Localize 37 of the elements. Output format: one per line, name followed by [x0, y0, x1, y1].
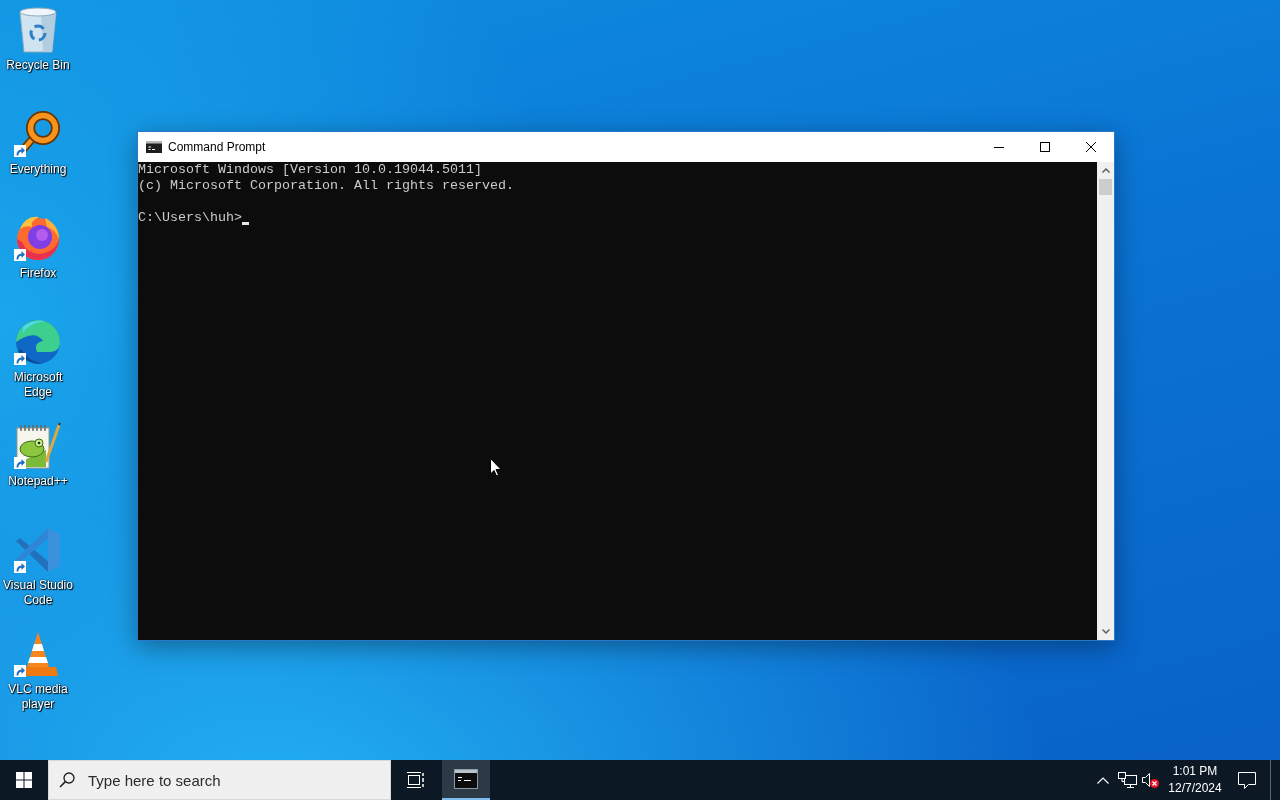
minimize-icon: [994, 146, 1004, 148]
close-icon: [1086, 142, 1096, 152]
console-output-line: (c) Microsoft Corporation. All rights reserved.: [138, 178, 514, 194]
scrollbar[interactable]: [1097, 162, 1114, 640]
notification-icon[interactable]: [1238, 771, 1256, 789]
desktop-icon-label[interactable]: VLC media player: [1, 682, 75, 712]
window-title: Command Prompt: [168, 140, 267, 154]
chevron-up-icon: [1097, 776, 1109, 784]
desktop-icon-label[interactable]: Microsoft Edge: [1, 370, 75, 400]
desktop-icon-label[interactable]: Notepad++: [8, 474, 68, 489]
clock-button[interactable]: 1:01 PM 12/7/2024: [1161, 760, 1229, 800]
network-icon[interactable]: [1117, 772, 1137, 788]
speaker-muted-icon[interactable]: [1141, 772, 1159, 788]
mouse-pointer-icon: [490, 458, 502, 477]
swirl-icon[interactable]: [15, 319, 61, 365]
recycle-bin-icon[interactable]: [19, 7, 57, 53]
desktop-icon-label[interactable]: Visual Studio Code: [1, 578, 75, 608]
desktop-icon-label[interactable]: Everything: [9, 162, 67, 177]
console-icon: [454, 769, 478, 789]
window-logo-icon: [16, 772, 32, 788]
scrollbar-thumb[interactable]: [1099, 179, 1112, 195]
console-output-line: Microsoft Windows [Version 10.0.19044.5011]: [138, 162, 482, 178]
flame-globe-icon[interactable]: [15, 215, 61, 261]
ribbon-icon[interactable]: [15, 527, 61, 573]
search-icon: [59, 772, 75, 788]
search-field[interactable]: Type here to search: [48, 760, 391, 800]
maximize-icon: [1040, 142, 1050, 152]
notepad-icon[interactable]: [15, 422, 61, 470]
console-prompt: C:\Users\huh>: [138, 210, 242, 226]
taskbar-app-button[interactable]: [442, 760, 490, 800]
caret-down-icon[interactable]: [1101, 629, 1110, 634]
console-icon: [146, 141, 162, 153]
desktop-icon-label[interactable]: Recycle Bin: [6, 58, 70, 73]
caret-up-icon[interactable]: [1101, 168, 1110, 173]
task-view-icon: [406, 772, 424, 788]
text-cursor: [242, 222, 249, 225]
desktop-icon-label[interactable]: Firefox: [19, 266, 57, 281]
